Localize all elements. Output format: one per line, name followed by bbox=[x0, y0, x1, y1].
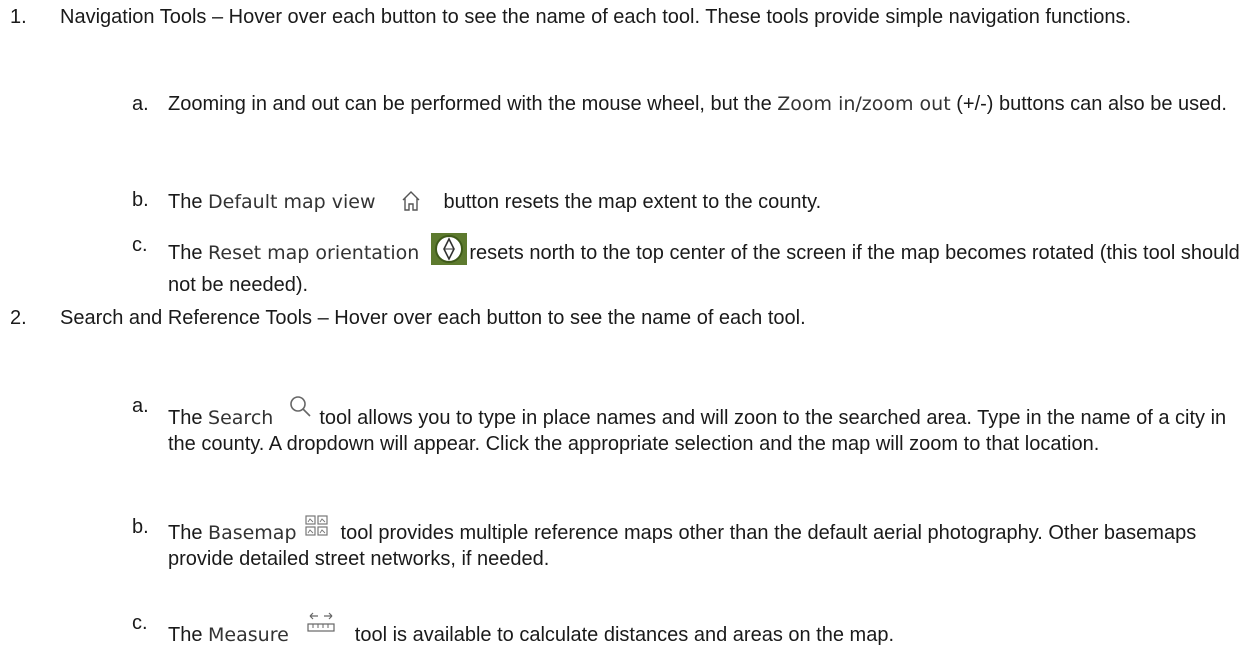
search-instruction: The Search tool allows you to type in pla… bbox=[168, 394, 1248, 457]
zoom-instruction: Zooming in and out can be performed with… bbox=[168, 93, 1227, 115]
compass-icon bbox=[431, 233, 468, 273]
search-tool-name: Search bbox=[208, 407, 274, 429]
list-letter-1c: c. bbox=[132, 234, 148, 256]
basemap-tool-name: Basemap bbox=[208, 522, 297, 544]
search-icon bbox=[287, 394, 313, 426]
instructions-document: 1. Navigation Tools – Hover over each bu… bbox=[0, 0, 1260, 663]
list-number-1: 1. bbox=[10, 6, 27, 28]
reset-orientation-instruction: The Reset map orientation resets north to… bbox=[168, 233, 1248, 298]
list-letter-1b: b. bbox=[132, 189, 149, 211]
search-reference-tools-heading: Search and Reference Tools – Hover over … bbox=[60, 307, 806, 329]
measure-instruction: The Measure tool is available to calculat… bbox=[168, 611, 1248, 649]
list-letter-2b: b. bbox=[132, 516, 149, 538]
list-letter-1a: a. bbox=[132, 93, 149, 115]
list-number-2: 2. bbox=[10, 307, 27, 329]
default-view-instruction: The Default map view button resets the ma… bbox=[168, 188, 1248, 222]
basemap-instruction: The Basemap tool provides multiple refere… bbox=[168, 515, 1248, 572]
measure-icon bbox=[307, 611, 335, 641]
default-view-tool-name: Default map view bbox=[208, 191, 376, 213]
home-icon bbox=[400, 188, 422, 222]
list-letter-2c: c. bbox=[132, 612, 148, 634]
reset-orientation-tool-name: Reset map orientation bbox=[208, 242, 420, 264]
measure-tool-name: Measure bbox=[208, 624, 289, 646]
zoom-tool-name: Zoom in/zoom out bbox=[777, 93, 951, 115]
basemap-gallery-icon bbox=[304, 515, 329, 545]
navigation-tools-heading: Navigation Tools – Hover over each butto… bbox=[60, 6, 1132, 28]
list-letter-2a: a. bbox=[132, 395, 149, 417]
